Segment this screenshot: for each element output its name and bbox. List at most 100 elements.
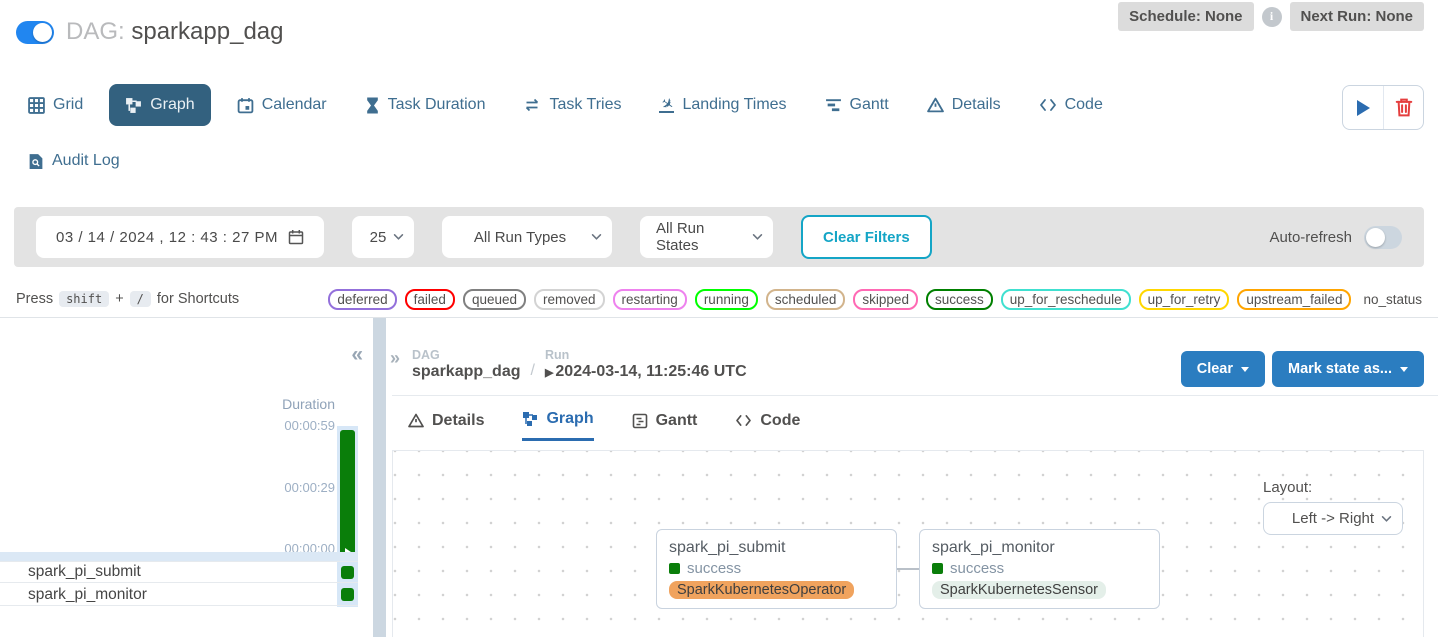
auto-refresh-label: Auto-refresh <box>1269 229 1352 246</box>
tab-label: Audit Log <box>52 152 120 170</box>
info-icon[interactable]: i <box>1262 7 1282 27</box>
breadcrumb: DAG sparkapp_dag / Run ▶2024-03-14, 11:2… <box>412 348 747 381</box>
legend-removed[interactable]: removed <box>534 289 605 310</box>
tab-run-code[interactable]: Code <box>735 410 800 441</box>
breadcrumb-dag[interactable]: DAG sparkapp_dag <box>412 348 520 381</box>
layout-select[interactable]: Left -> Right <box>1263 502 1403 535</box>
page-size-select[interactable]: 25 <box>352 216 414 258</box>
tab-graph[interactable]: Graph <box>109 84 210 126</box>
clear-run-button[interactable]: Clear <box>1181 351 1265 387</box>
operator-badge: SparkKubernetesOperator <box>669 581 854 599</box>
trigger-dag-button[interactable] <box>1343 86 1383 129</box>
gantt-icon <box>825 98 842 113</box>
toggle-knob <box>33 23 52 42</box>
calendar-picker-icon[interactable] <box>288 229 304 245</box>
collapse-panel-icon[interactable]: « <box>351 344 363 365</box>
mark-state-button[interactable]: Mark state as... <box>1272 351 1424 387</box>
tab-audit-log[interactable]: Audit Log <box>16 140 132 182</box>
tab-details[interactable]: Details <box>915 84 1013 126</box>
run-marker-icon: ▶ <box>545 367 553 379</box>
dag-header: DAG: sparkapp_dag <box>16 18 283 46</box>
legend-success[interactable]: success <box>926 289 993 310</box>
tab-grid[interactable]: Grid <box>16 84 95 126</box>
run-states-select[interactable]: All Run States <box>640 216 773 258</box>
hourglass-icon <box>365 97 380 114</box>
graph-canvas[interactable]: Layout: Left -> Right spark_pi_submit su… <box>392 450 1424 637</box>
operator-badge: SparkKubernetesSensor <box>932 581 1106 599</box>
run-types-select[interactable]: All Run Types <box>442 216 612 258</box>
chevron-down-icon <box>752 234 763 241</box>
tab-label: Graph <box>150 96 194 114</box>
legend-deferred[interactable]: deferred <box>328 289 396 310</box>
calendar-icon <box>237 97 254 114</box>
tab-label: Task Duration <box>388 96 486 114</box>
page-title: DAG: sparkapp_dag <box>66 18 283 46</box>
task-instance-square[interactable] <box>341 588 354 601</box>
delete-dag-button[interactable] <box>1383 86 1423 129</box>
grid-panel: « Duration 00:00:59 00:00:29 00:00:00 sp… <box>0 318 373 637</box>
tab-calendar[interactable]: Calendar <box>225 84 339 126</box>
tab-run-details[interactable]: Details <box>408 410 484 441</box>
task-name[interactable]: spark_pi_monitor <box>0 586 147 604</box>
legend-restarting[interactable]: restarting <box>613 289 687 310</box>
grid-icon <box>28 97 45 114</box>
tab-landing-times[interactable]: ✈ Landing Times <box>647 84 798 126</box>
dag-pause-toggle[interactable] <box>16 21 54 44</box>
tab-task-duration[interactable]: Task Duration <box>353 84 498 126</box>
play-icon <box>1357 100 1370 116</box>
plane-landing-icon: ✈ <box>659 97 674 113</box>
tab-label: Grid <box>53 96 83 114</box>
shortcuts-hint: Press shift + / for Shortcuts <box>16 291 239 307</box>
task-instance-square[interactable] <box>341 566 354 579</box>
tab-run-graph[interactable]: Graph <box>522 410 593 441</box>
run-detail-panel: » DAG sparkapp_dag / Run ▶2024-03-14, 11… <box>386 318 1438 637</box>
breadcrumb-run[interactable]: Run ▶2024-03-14, 11:25:46 UTC <box>545 348 747 381</box>
legend-running[interactable]: running <box>695 289 758 310</box>
layout-control: Layout: Left -> Right <box>1263 479 1403 535</box>
auto-refresh-toggle[interactable] <box>1364 226 1402 249</box>
caret-down-icon <box>1241 367 1249 372</box>
layout-label: Layout: <box>1263 479 1403 496</box>
legend-queued[interactable]: queued <box>463 289 526 310</box>
task-row[interactable]: spark_pi_monitor <box>0 584 358 606</box>
main-area: « Duration 00:00:59 00:00:29 00:00:00 sp… <box>0 318 1438 637</box>
schedule-badge: Schedule: None <box>1118 2 1253 31</box>
run-actions: Clear Mark state as... <box>1181 351 1424 387</box>
duration-tick: 00:00:59 <box>284 418 335 433</box>
legend-up-for-reschedule[interactable]: up_for_reschedule <box>1001 289 1131 310</box>
legend-no-status[interactable]: no_status <box>1363 292 1422 307</box>
graph-icon <box>125 97 142 114</box>
node-title: spark_pi_submit <box>669 539 884 557</box>
legend-skipped[interactable]: skipped <box>853 289 918 310</box>
tab-run-gantt[interactable]: Gantt <box>632 410 698 441</box>
task-row[interactable]: spark_pi_submit <box>0 561 358 583</box>
legend-upstream-failed[interactable]: upstream_failed <box>1237 289 1351 310</box>
tab-label: Landing Times <box>682 96 786 114</box>
base-date-input[interactable]: 03 / 14 / 2024 , 12 : 43 : 27 PM <box>36 216 324 258</box>
tab-task-tries[interactable]: Task Tries <box>511 84 633 126</box>
run-duration-bar[interactable] <box>340 430 355 559</box>
task-node-spark-pi-monitor[interactable]: spark_pi_monitor success SparkKubernetes… <box>919 529 1160 609</box>
legend-up-for-retry[interactable]: up_for_retry <box>1139 289 1230 310</box>
shift-key: shift <box>59 291 109 307</box>
datetime-value: 03 / 14 / 2024 , 12 : 43 : 27 PM <box>56 229 278 246</box>
caret-down-icon <box>1400 367 1408 372</box>
filter-bar: 03 / 14 / 2024 , 12 : 43 : 27 PM 25 All … <box>14 207 1424 267</box>
panel-divider[interactable] <box>373 318 386 637</box>
tab-code[interactable]: Code <box>1027 84 1115 126</box>
clear-filters-button[interactable]: Clear Filters <box>801 215 932 259</box>
run-header-divider <box>392 395 1438 396</box>
expand-panel-icon[interactable]: » <box>390 348 400 369</box>
legend-scheduled[interactable]: scheduled <box>766 289 846 310</box>
legend-failed[interactable]: failed <box>405 289 455 310</box>
chevron-down-icon <box>1381 515 1392 522</box>
run-timestamp: 2024-03-14, 11:25:46 UTC <box>555 363 746 380</box>
dag-name: sparkapp_dag <box>131 18 283 45</box>
auto-refresh-control: Auto-refresh <box>1269 226 1402 249</box>
tab-gantt[interactable]: Gantt <box>813 84 901 126</box>
audit-log-icon <box>28 153 44 170</box>
dag-actions <box>1342 85 1424 130</box>
run-detail-tabs: Details Graph Gantt Code <box>408 410 800 441</box>
task-node-spark-pi-submit[interactable]: spark_pi_submit success SparkKubernetesO… <box>656 529 897 609</box>
task-name[interactable]: spark_pi_submit <box>0 563 141 581</box>
